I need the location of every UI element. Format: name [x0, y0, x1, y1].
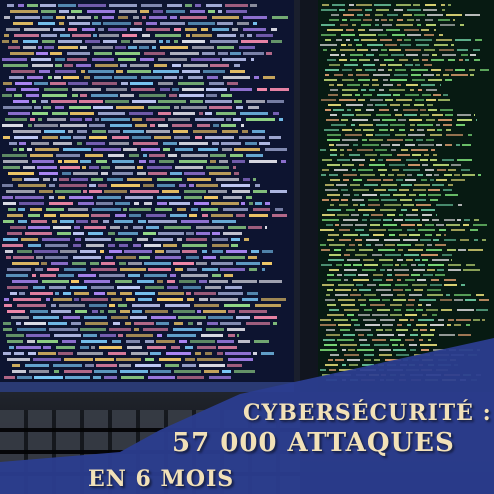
- headline-line-3: EN 6 MOIS: [88, 466, 235, 492]
- headline-line-2: 57 000 ATTAQUES: [172, 428, 455, 458]
- headline-line-1: CYBERSÉCURITÉ :: [243, 400, 492, 426]
- photo-scene: CYBERSÉCURITÉ : 57 000 ATTAQUES EN 6 MOI…: [0, 0, 494, 494]
